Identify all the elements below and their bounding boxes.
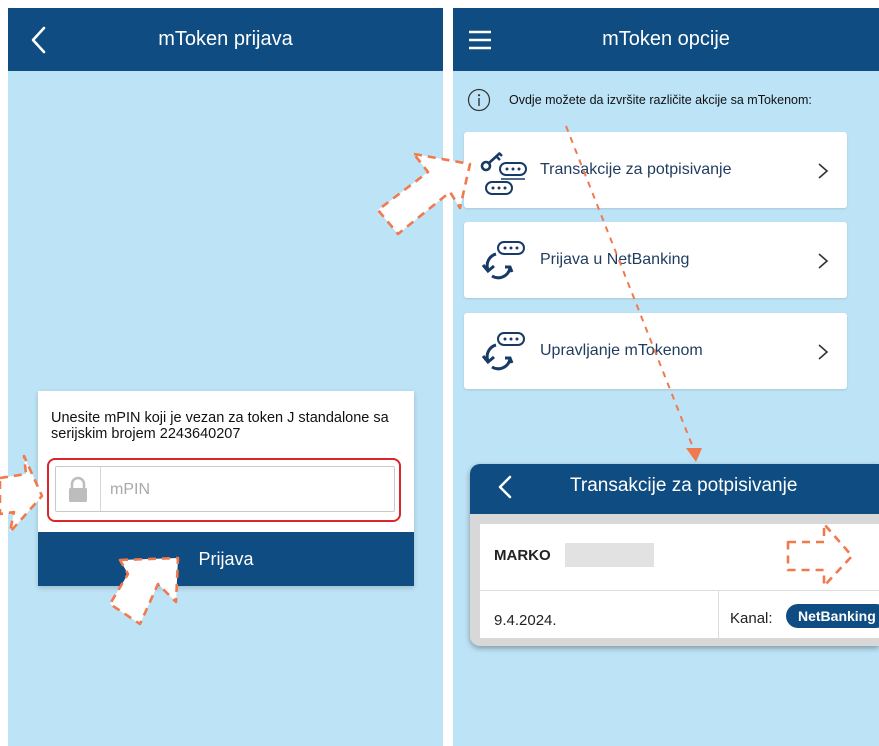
info-text: Ovdje možete da izvršite različite akcij…	[509, 93, 812, 107]
app-bar: Transakcije za potpisivanje	[470, 464, 879, 514]
token-sync-icon	[481, 332, 525, 371]
inset-title: Transakcije za potpisivanje	[570, 475, 798, 496]
option-netbanking-login[interactable]: Prijava u NetBanking	[464, 222, 847, 298]
pin-input[interactable]	[108, 475, 382, 505]
transactions-inset: Transakcije za potpisivanje MARKO 9.4.20…	[470, 464, 879, 646]
page-title: mToken opcije	[602, 28, 730, 50]
token-sync-icon	[481, 241, 525, 280]
chevron-right-icon	[818, 344, 829, 360]
login-screen: mToken prijava Unesite mPIN koji je veza…	[8, 8, 443, 746]
option-label: Upravljanje mTokenom	[540, 342, 703, 359]
channel-label: Kanal:	[730, 610, 773, 627]
transaction-date: 9.4.2024.	[494, 612, 557, 629]
back-button[interactable]	[494, 473, 516, 501]
page-title: mToken prijava	[158, 28, 293, 50]
lock-icon	[56, 467, 101, 511]
redacted-block	[565, 543, 654, 567]
pin-field	[55, 466, 395, 512]
option-label: Prijava u NetBanking	[540, 251, 690, 268]
info-row: Ovdje možete da izvršite različite akcij…	[465, 88, 869, 114]
app-bar: mToken opcije	[453, 8, 879, 71]
login-card: Unesite mPIN koji je vezan za token J st…	[38, 391, 414, 586]
app-bar: mToken prijava	[8, 8, 443, 71]
option-label: Transakcije za potpisivanje	[540, 161, 732, 178]
chevron-right-icon	[818, 253, 829, 269]
chevron-right-icon	[818, 163, 829, 179]
info-icon	[467, 88, 491, 112]
divider	[718, 591, 719, 638]
transaction-card[interactable]: MARKO 9.4.2024. Kanal: NetBanking	[480, 524, 879, 638]
login-instructions: Unesite mPIN koji je vezan za token J st…	[51, 410, 389, 442]
transaction-row: MARKO	[480, 524, 879, 591]
payee-name: MARKO	[494, 547, 551, 564]
option-transactions-to-sign[interactable]: Transakcije za potpisivanje	[464, 132, 847, 208]
login-button[interactable]: Prijava	[38, 532, 414, 586]
back-arrow-icon	[498, 475, 512, 499]
option-manage-mtoken[interactable]: Upravljanje mTokenom	[464, 313, 847, 389]
key-token-icon	[480, 152, 527, 195]
channel-badge: NetBanking	[786, 604, 879, 628]
